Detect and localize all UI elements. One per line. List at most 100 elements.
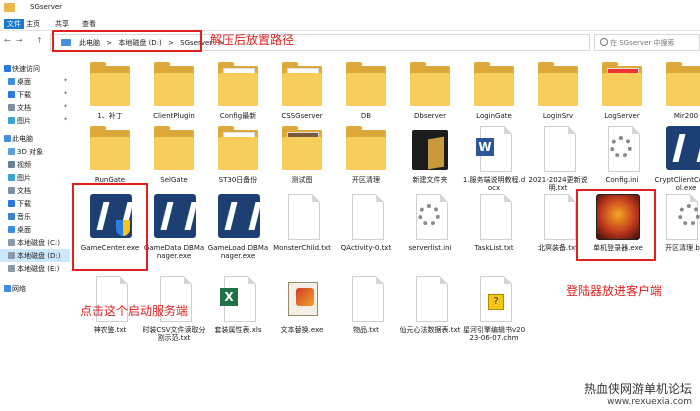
sidebar-item-drive-d[interactable]: 本地磁盘 (D:) [0, 249, 70, 262]
sidebar-item-label: 下载 [17, 200, 31, 208]
file-item[interactable]: 开区清理 [334, 124, 398, 188]
file-item[interactable]: CSSGserver [270, 60, 334, 124]
file-item[interactable]: LogServer [590, 60, 654, 124]
file-item[interactable]: MonsterChild.txt [270, 192, 334, 256]
path-annotation: 解压后放置路径 [210, 33, 295, 47]
file-item[interactable]: Mir200 [654, 60, 700, 124]
text-file-icon [342, 192, 390, 242]
drive-icon [8, 239, 15, 246]
file-item[interactable]: GameLoad DBManager.exe [206, 192, 270, 260]
sidebar-item-documents-pc[interactable]: 文档 [0, 184, 70, 197]
config-file-icon [406, 192, 454, 242]
file-name: GameLoad DBManager.exe [207, 244, 269, 260]
sidebar-item-drive-c[interactable]: 本地磁盘 (C:) [0, 236, 70, 249]
sidebar-item-music[interactable]: 音乐 [0, 210, 70, 223]
file-name: Config最新 [219, 112, 257, 120]
folder-icon [342, 60, 390, 110]
tab-home[interactable]: 主页 [26, 19, 40, 29]
file-item[interactable]: ? 星河引擎编辑书v2023-06-07.chm [462, 274, 526, 342]
file-name: 时装CSV文件读取分割示范.txt [142, 326, 206, 342]
file-item[interactable]: TaskList.txt [462, 192, 526, 256]
file-name: LogServer [604, 112, 640, 120]
file-item[interactable]: W 1.服务端说明教程.docx [462, 124, 526, 192]
sidebar-item-desktop-pc[interactable]: 桌面 [0, 223, 70, 236]
document-icon [8, 104, 15, 111]
folder-icon [342, 124, 390, 174]
tab-share[interactable]: 共享 [55, 19, 69, 29]
folder-icon [214, 60, 262, 110]
file-item[interactable]: Dbserver [398, 60, 462, 124]
folder-icon [4, 3, 15, 12]
file-item[interactable]: 2021-2024更新说明.txt [526, 124, 590, 192]
forward-button[interactable]: → [16, 36, 23, 45]
sidebar-item-quick-access[interactable]: 快速访问 [0, 62, 70, 75]
cube-icon [8, 148, 15, 155]
app-icon [214, 192, 262, 242]
black-folder-icon [406, 124, 454, 174]
file-name: CSSGserver [281, 112, 323, 120]
file-item[interactable]: X 套装属性表.xls [206, 274, 270, 338]
desktop-icon [8, 78, 15, 85]
sidebar-item-this-pc[interactable]: 此电脑 [0, 132, 70, 145]
tab-view[interactable]: 查看 [82, 19, 96, 29]
file-item[interactable]: ST30日备份 [206, 124, 270, 188]
word-document-icon: W [470, 124, 518, 174]
search-input[interactable]: 在 SGserver 中搜索 [594, 34, 700, 51]
file-item[interactable]: serverlist.ini [398, 192, 462, 256]
folder-icon [86, 124, 134, 174]
file-item[interactable]: ClientPlugin [142, 60, 206, 124]
file-item[interactable]: 仙元心法数据表.txt [398, 274, 462, 338]
file-item[interactable]: CryptClientConfTool.exe [654, 124, 700, 192]
sidebar-item-3d-objects[interactable]: 3D 对象 [0, 145, 70, 158]
folder-icon [150, 60, 198, 110]
client-annotation: 登陆器放进客户端 [566, 284, 663, 298]
file-item[interactable]: GameData DBManager.exe [142, 192, 206, 260]
file-item[interactable]: QActivity-0.txt [334, 192, 398, 256]
sidebar-item-documents[interactable]: 文档 ✦ [0, 101, 70, 114]
sidebar-item-desktop[interactable]: 桌面 ✦ [0, 75, 70, 88]
sidebar-item-videos[interactable]: 视频 [0, 158, 70, 171]
file-item[interactable]: Config.ini [590, 124, 654, 188]
star-icon [4, 65, 11, 72]
pin-icon: ✦ [63, 116, 69, 123]
sidebar-item-label: 桌面 [17, 226, 31, 234]
file-item[interactable]: 测试图 [270, 124, 334, 188]
sidebar-item-label: 此电脑 [12, 135, 33, 143]
folder-icon [598, 60, 646, 110]
up-button[interactable]: ↑ [36, 36, 43, 45]
drive-icon [8, 265, 15, 272]
file-item[interactable]: Config最新 [206, 60, 270, 124]
sidebar-item-pictures[interactable]: 图片 ✦ [0, 114, 70, 127]
file-item[interactable]: RunGate [78, 124, 142, 188]
file-name: 开区清理 [352, 176, 380, 184]
search-placeholder: 在 SGserver 中搜索 [610, 39, 675, 47]
sidebar-item-label: 快速访问 [12, 65, 40, 73]
folder-icon [534, 60, 582, 110]
download-icon [8, 200, 15, 207]
pin-icon: ✦ [63, 77, 69, 84]
file-item[interactable]: 1、补丁 [78, 60, 142, 124]
download-icon [8, 91, 15, 98]
file-item[interactable]: LoginGate [462, 60, 526, 124]
file-item[interactable]: SelGate [142, 124, 206, 188]
excel-file-icon: X [214, 274, 262, 324]
sidebar-item-label: 本地磁盘 (D:) [17, 252, 61, 260]
sidebar-item-downloads[interactable]: 下载 ✦ [0, 88, 70, 101]
folder-icon [214, 124, 262, 174]
folder-icon [278, 124, 326, 174]
file-name: DB [360, 112, 372, 120]
file-item[interactable]: 文本替换.exe [270, 274, 334, 338]
sidebar-item-drive-e[interactable]: 本地磁盘 (E:) [0, 262, 70, 275]
file-item[interactable]: 开区清理.bat [654, 192, 700, 256]
sidebar-item-label: 文档 [17, 187, 31, 195]
file-item[interactable]: DB [334, 60, 398, 124]
sidebar-item-network[interactable]: 网络 [0, 282, 70, 295]
file-item[interactable]: LoginSrv [526, 60, 590, 124]
back-button[interactable]: ← [4, 36, 11, 45]
text-file-icon [534, 192, 582, 242]
sidebar-item-downloads-pc[interactable]: 下载 [0, 197, 70, 210]
sidebar-item-pictures-pc[interactable]: 图片 [0, 171, 70, 184]
file-item[interactable]: 物品.txt [334, 274, 398, 338]
file-item[interactable]: 新建文件夹 [398, 124, 462, 188]
tab-file[interactable]: 文件 [4, 19, 24, 29]
